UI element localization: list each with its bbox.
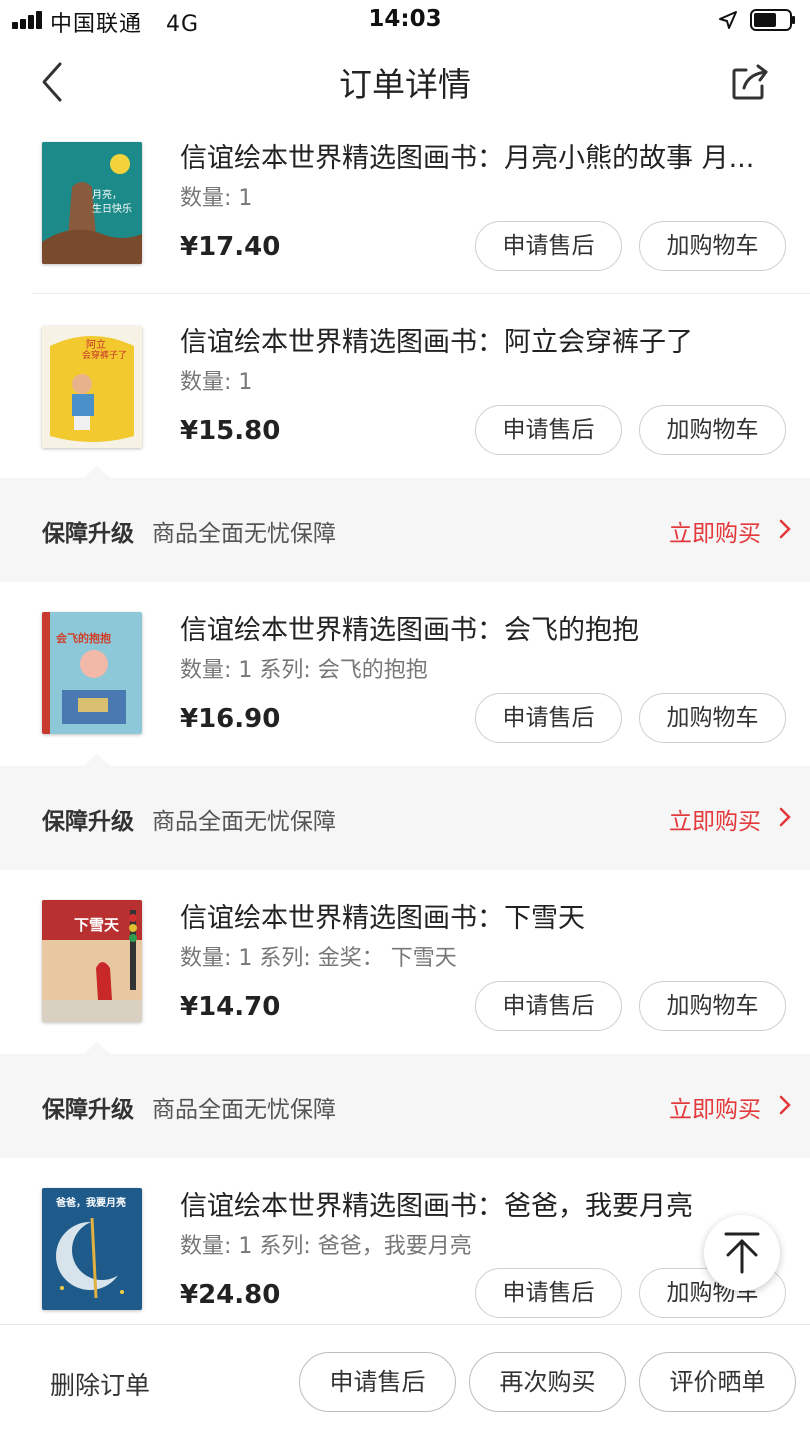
buy-again-button[interactable]: 再次购买 — [469, 1352, 626, 1412]
product-title[interactable]: 信谊绘本世界精选图画书：会飞的抱抱 — [180, 608, 780, 647]
product-title[interactable]: 信谊绘本世界精选图画书：爸爸，我要月亮 — [180, 1184, 780, 1223]
buy-now-link[interactable]: 立即购买 — [669, 514, 761, 548]
protection-label: 保障升级 — [42, 809, 134, 835]
after-sale-button[interactable]: 申请售后 — [475, 405, 622, 455]
protection-banner[interactable]: 保障升级 商品全面无忧保障 立即购买 — [0, 754, 810, 870]
book-cover-image: 月亮， 生日快乐 — [42, 142, 142, 264]
product-meta: 数量: 1 系列: 金奖： 下雪天 — [180, 946, 457, 971]
product-meta: 数量: 1 — [180, 186, 253, 211]
product-title[interactable]: 信谊绘本世界精选图画书：月亮小熊的故事 月... — [180, 136, 780, 175]
product-meta: 数量: 1 系列: 爸爸，我要月亮 — [180, 1234, 472, 1259]
chevron-right-icon[interactable] — [778, 1094, 792, 1116]
nav-bar: 订单详情 — [0, 40, 810, 124]
buy-now-link[interactable]: 立即购买 — [669, 1090, 761, 1124]
clock: 14:03 — [368, 6, 442, 32]
product-meta: 数量: 1 — [180, 370, 253, 395]
protection-banner[interactable]: 保障升级 商品全面无忧保障 立即购买 — [0, 1042, 810, 1158]
add-to-cart-button[interactable]: 加购物车 — [639, 221, 786, 271]
product-price: ¥24.80 — [180, 1280, 281, 1310]
caret-icon — [84, 754, 110, 766]
after-sale-button[interactable]: 申请售后 — [475, 221, 622, 271]
product-price: ¥16.90 — [180, 704, 281, 734]
chevron-right-icon[interactable] — [778, 518, 792, 540]
product-title[interactable]: 信谊绘本世界精选图画书：阿立会穿裤子了 — [180, 320, 780, 359]
arrow-up-icon — [724, 1232, 760, 1274]
order-item[interactable]: 会飞的抱抱 信谊绘本世界精选图画书：会飞的抱抱 数量: 1 系列: 会飞的抱抱 … — [0, 582, 810, 766]
order-item[interactable]: 下雪天 信谊绘本世界精选图画书：下雪天 数量: 1 系列: 金奖： 下雪天 ¥1… — [0, 870, 810, 1054]
page-title: 订单详情 — [339, 65, 471, 104]
protection-desc: 商品全面无忧保障 — [152, 809, 336, 835]
after-sale-button[interactable]: 申请售后 — [475, 1268, 622, 1318]
product-price: ¥17.40 — [180, 232, 281, 262]
product-price: ¥14.70 — [180, 992, 281, 1022]
protection-label: 保障升级 — [42, 521, 134, 547]
book-cover-image: 爸爸，我要月亮 — [42, 1188, 142, 1310]
battery-icon — [750, 9, 795, 31]
caret-icon — [84, 1042, 110, 1054]
buy-now-link[interactable]: 立即购买 — [669, 802, 761, 836]
status-bar: 中国联通 4G 14:03 — [0, 0, 810, 40]
chevron-right-icon[interactable] — [778, 806, 792, 828]
bottom-action-bar: 删除订单 申请售后 再次购买 评价晒单 — [0, 1324, 810, 1440]
protection-banner[interactable]: 保障升级 商品全面无忧保障 立即购买 — [0, 466, 810, 582]
order-item[interactable]: 阿立 会穿裤子了 信谊绘本世界精选图画书：阿立会穿裤子了 数量: 1 ¥15.8… — [0, 294, 810, 478]
protection-desc: 商品全面无忧保障 — [152, 521, 336, 547]
product-price: ¥15.80 — [180, 416, 281, 446]
protection-label: 保障升级 — [42, 1097, 134, 1123]
order-item[interactable]: 月亮， 生日快乐 信谊绘本世界精选图画书：月亮小熊的故事 月... 数量: 1 … — [0, 124, 810, 294]
after-sale-order-button[interactable]: 申请售后 — [299, 1352, 456, 1412]
add-to-cart-button[interactable]: 加购物车 — [639, 405, 786, 455]
product-title[interactable]: 信谊绘本世界精选图画书：下雪天 — [180, 896, 780, 935]
share-icon[interactable] — [726, 58, 774, 106]
book-cover-image: 阿立 会穿裤子了 — [42, 326, 142, 448]
after-sale-button[interactable]: 申请售后 — [475, 981, 622, 1031]
review-button[interactable]: 评价晒单 — [639, 1352, 796, 1412]
caret-icon — [84, 466, 110, 478]
location-icon — [719, 11, 737, 29]
book-cover-image: 会飞的抱抱 — [42, 612, 142, 734]
book-cover-image: 下雪天 — [42, 900, 142, 1022]
add-to-cart-button[interactable]: 加购物车 — [639, 981, 786, 1031]
scroll-to-top-button[interactable] — [704, 1215, 780, 1291]
product-meta: 数量: 1 系列: 会飞的抱抱 — [180, 658, 428, 683]
delete-order-link[interactable]: 删除订单 — [50, 1366, 150, 1402]
add-to-cart-button[interactable]: 加购物车 — [639, 693, 786, 743]
after-sale-button[interactable]: 申请售后 — [475, 693, 622, 743]
protection-desc: 商品全面无忧保障 — [152, 1097, 336, 1123]
order-item[interactable]: 爸爸，我要月亮 信谊绘本世界精选图画书：爸爸，我要月亮 数量: 1 系列: 爸爸… — [0, 1158, 810, 1324]
